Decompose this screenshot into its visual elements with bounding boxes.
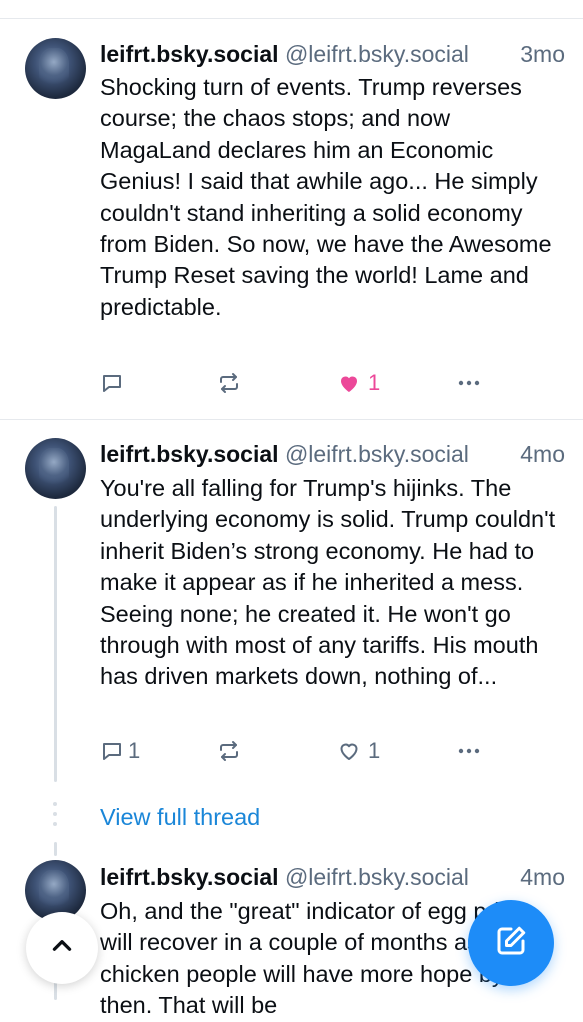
- more-icon: [456, 371, 482, 395]
- thread-line: [54, 842, 57, 856]
- author-handle[interactable]: @leifrt.bsky.social: [285, 439, 469, 469]
- reply-icon: [100, 371, 124, 395]
- chevron-up-icon: [49, 933, 75, 964]
- post-text: You're all falling for Trump's hijinks. …: [100, 475, 556, 690]
- post-header: leifrt.bsky.social @leifrt.bsky.social 3…: [100, 39, 565, 69]
- post-actions: 1: [100, 368, 485, 398]
- author-name[interactable]: leifrt.bsky.social: [100, 441, 279, 467]
- avatar[interactable]: [25, 38, 86, 99]
- post-text: Shocking turn of events. Trump reverses …: [100, 74, 552, 320]
- heart-icon: [336, 371, 362, 395]
- post-header: leifrt.bsky.social @leifrt.bsky.social 4…: [100, 862, 565, 892]
- reply-icon: [100, 739, 124, 763]
- like-count: 1: [368, 370, 381, 395]
- more-button[interactable]: [456, 368, 482, 398]
- scroll-to-top-button[interactable]: [26, 912, 98, 984]
- reply-button[interactable]: 1: [100, 736, 140, 766]
- author-handle[interactable]: @leifrt.bsky.social: [285, 39, 469, 69]
- more-button[interactable]: [456, 736, 482, 766]
- repost-icon: [216, 371, 242, 395]
- post-age[interactable]: 4mo: [516, 862, 565, 892]
- repost-button[interactable]: [216, 736, 242, 766]
- repost-button[interactable]: [216, 368, 242, 398]
- reply-count: 1: [128, 738, 141, 763]
- like-count: 1: [368, 738, 381, 763]
- avatar[interactable]: [25, 438, 86, 499]
- thread-line: [54, 506, 57, 782]
- post-divider: [0, 419, 583, 420]
- post-age[interactable]: 3mo: [516, 39, 565, 69]
- thread-gap-dots: [53, 802, 57, 832]
- like-button[interactable]: 1: [336, 736, 380, 766]
- post-header: leifrt.bsky.social @leifrt.bsky.social 4…: [100, 439, 565, 469]
- heart-icon: [336, 739, 362, 763]
- post-actions: 1 1: [100, 736, 485, 766]
- compose-icon: [493, 923, 529, 964]
- more-icon: [456, 739, 482, 763]
- compose-button[interactable]: [468, 900, 554, 986]
- author-name[interactable]: leifrt.bsky.social: [100, 864, 279, 890]
- repost-icon: [216, 739, 242, 763]
- like-button[interactable]: 1: [336, 368, 380, 398]
- post-age[interactable]: 4mo: [516, 439, 565, 469]
- author-name[interactable]: leifrt.bsky.social: [100, 41, 279, 67]
- view-full-thread-link[interactable]: View full thread: [100, 804, 260, 831]
- reply-button[interactable]: [100, 368, 124, 398]
- author-handle[interactable]: @leifrt.bsky.social: [285, 862, 469, 892]
- top-divider: [0, 18, 583, 19]
